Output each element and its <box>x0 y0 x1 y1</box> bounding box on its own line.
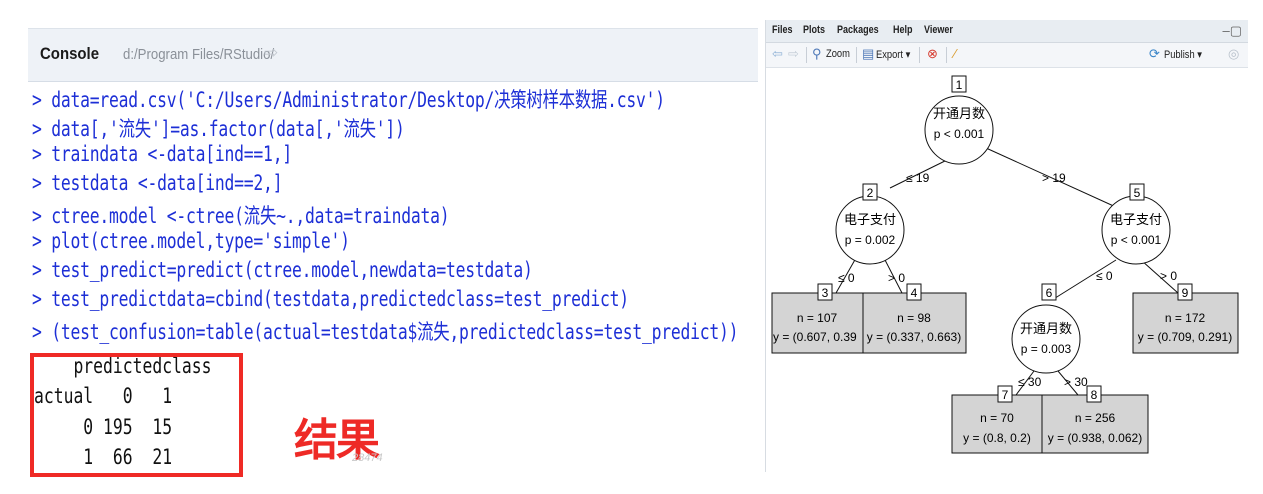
leaf-n: n = 172 <box>1165 311 1206 325</box>
refresh-icon[interactable]: ◎ <box>1228 46 1239 62</box>
maximize-icon[interactable]: ▢ <box>1230 23 1242 38</box>
tab-viewer[interactable]: Viewer <box>924 24 953 36</box>
console-command: > traindata <-data[ind==1,] <box>32 142 292 166</box>
edge-label: ≤ 0 <box>1096 269 1113 283</box>
console-command: > test_predictdata=cbind(testdata,predic… <box>32 287 629 311</box>
edge-label: ≤ 19 <box>906 171 930 185</box>
edge-label: > 30 <box>1064 375 1088 389</box>
edge-label: > 0 <box>888 271 905 285</box>
edge-label: > 19 <box>1042 171 1066 185</box>
tree-leaf: 4 n = 98 y = (0.337, 0.663) <box>862 283 967 354</box>
node-pvalue: p < 0.001 <box>1111 233 1162 247</box>
plots-toolbar: ⇦ ⇨ ⚲ Zoom ▤ Export ▾ ⊗ ⁄ ⟳ Publish ▾ ◎ <box>766 43 1248 68</box>
tab-packages[interactable]: Packages <box>837 24 879 36</box>
tree-leaf: 7 n = 70 y = (0.8, 0.2) <box>951 385 1043 454</box>
toolbar-separator <box>856 47 857 63</box>
leaf-y: y = (0.938, 0.062) <box>1048 431 1142 445</box>
zoom-button[interactable]: Zoom <box>826 48 850 60</box>
export-icon[interactable]: ▤ <box>862 46 874 62</box>
console-command: > ctree.model <-ctree(流失~.,data=traindat… <box>32 204 450 228</box>
plots-pane: Files Plots Packages Help Viewer –▢ ⇦ ⇨ … <box>765 20 1248 472</box>
decision-tree-plot: ≤ 19 > 19 ≤ 0 > 0 ≤ 0 > 0 ≤ 30 > 30 1 开通… <box>771 75 1239 454</box>
console-command: > plot(ctree.model,type='simple') <box>32 229 350 253</box>
tab-help[interactable]: Help <box>893 24 913 36</box>
export-button[interactable]: Export ▾ <box>876 48 910 61</box>
node-variable: 电子支付 <box>844 212 896 227</box>
plot-area: ≤ 19 > 19 ≤ 0 > 0 ≤ 0 > 0 ≤ 30 > 30 1 开通… <box>766 68 1248 472</box>
working-directory: d:/Program Files/RStudio/ <box>123 46 275 63</box>
tree-leaf: 3 n = 107 y = (0.607, 0.39 <box>771 283 864 354</box>
leaf-n: n = 107 <box>797 311 838 325</box>
tree-leaf: 8 n = 256 y = (0.938, 0.062) <box>1041 385 1149 454</box>
console-header: Console d:/Program Files/RStudio/ ⇨ <box>28 28 758 82</box>
leaf-id: 3 <box>822 286 829 300</box>
node-id: 2 <box>867 186 874 200</box>
node-pvalue: p = 0.003 <box>1021 342 1072 356</box>
tree-node: 2 电子支付 p = 0.002 <box>835 183 905 265</box>
node-pvalue: p = 0.002 <box>845 233 896 247</box>
tree-node: 6 开通月数 p = 0.003 <box>1011 283 1081 374</box>
leaf-n: n = 70 <box>980 411 1014 425</box>
node-id: 1 <box>956 78 963 92</box>
edge-label: ≤ 30 <box>1018 375 1042 389</box>
back-arrow-icon[interactable]: ⇦ <box>772 46 783 62</box>
pane-tabs: Files Plots Packages Help Viewer –▢ <box>766 20 1248 43</box>
publish-button[interactable]: Publish ▾ <box>1164 48 1202 61</box>
node-pvalue: p < 0.001 <box>934 127 985 141</box>
tree-node: 5 电子支付 p < 0.001 <box>1101 183 1171 265</box>
result-highlight-box <box>30 353 243 477</box>
node-variable: 电子支付 <box>1110 212 1162 227</box>
console-command: > (test_confusion=table(actual=testdata$… <box>32 320 739 344</box>
minimize-icon[interactable]: – <box>1222 23 1229 38</box>
console-command: > testdata <-data[ind==2,] <box>32 171 283 195</box>
leaf-y: y = (0.8, 0.2) <box>963 431 1031 445</box>
leaf-id: 4 <box>911 286 918 300</box>
remove-plot-icon[interactable]: ⊗ <box>927 46 938 62</box>
tree-node: 1 开通月数 p < 0.001 <box>924 75 994 165</box>
leaf-n: n = 256 <box>1075 411 1116 425</box>
leaf-id: 8 <box>1091 388 1098 402</box>
tab-plots[interactable]: Plots <box>803 24 825 36</box>
watermark: 28474 <box>352 452 383 464</box>
leaf-y: y = (0.337, 0.663) <box>867 330 961 344</box>
console-pane: Console d:/Program Files/RStudio/ ⇨ > da… <box>28 28 758 477</box>
node-id: 6 <box>1046 286 1053 300</box>
node-id: 5 <box>1134 186 1141 200</box>
edge-label: ≤ 0 <box>838 271 855 285</box>
console-command: > data[,'流失']=as.factor(data[,'流失']) <box>32 117 405 141</box>
leaf-id: 7 <box>1002 388 1009 402</box>
forward-arrow-icon[interactable]: ⇨ <box>788 46 799 62</box>
leaf-y: y = (0.607, 0.39 <box>773 330 857 344</box>
leaf-id: 9 <box>1182 286 1189 300</box>
leaf-n: n = 98 <box>897 311 931 325</box>
window-controls[interactable]: –▢ <box>1222 23 1242 39</box>
node-variable: 开通月数 <box>1020 321 1072 336</box>
console-title[interactable]: Console <box>40 44 99 64</box>
toolbar-separator <box>946 47 947 63</box>
zoom-icon[interactable]: ⚲ <box>812 46 822 62</box>
edge-label: > 0 <box>1160 269 1177 283</box>
broom-icon[interactable]: ⁄ <box>954 46 956 61</box>
toolbar-separator <box>919 47 920 63</box>
node-variable: 开通月数 <box>933 106 985 121</box>
goto-directory-icon[interactable]: ⇨ <box>264 43 278 63</box>
tree-leaf: 9 n = 172 y = (0.709, 0.291) <box>1132 283 1239 354</box>
leaf-y: y = (0.709, 0.291) <box>1138 330 1232 344</box>
toolbar-separator <box>806 47 807 63</box>
console-command: > test_predict=predict(ctree.model,newda… <box>32 258 533 282</box>
publish-icon[interactable]: ⟳ <box>1149 46 1160 62</box>
console-command: > data=read.csv('C:/Users/Administrator/… <box>32 88 665 112</box>
tab-files[interactable]: Files <box>772 24 793 36</box>
